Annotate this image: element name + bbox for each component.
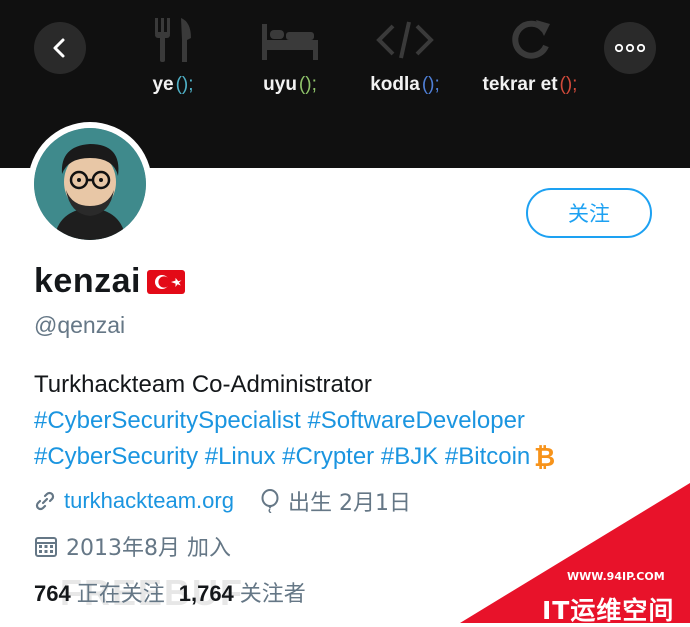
profile-meta-row: turkhackteam.org 出生 2月1日 (34, 485, 411, 517)
banner-item-kodla: kodla (); (345, 16, 465, 96)
display-name: kenzai (34, 262, 141, 300)
hashtag-link[interactable]: #Crypter (282, 439, 374, 475)
turkey-flag-icon (146, 269, 185, 294)
bio-hashtags-line-2: #CyberSecurity #Linux #Crypter #BJK #Bit… (34, 439, 664, 475)
code-icon (376, 21, 434, 59)
back-button[interactable] (34, 22, 86, 74)
banner-label: kodla (); (370, 74, 440, 95)
hashtag-link[interactable]: #Linux (205, 439, 276, 475)
banner-item-ye: ye (); (113, 16, 233, 96)
joined-date: 2013年8月 加入 (66, 536, 231, 561)
hashtag-link[interactable]: #CyberSecuritySpecialist (34, 407, 301, 434)
followers-count: 1,764 (178, 581, 234, 606)
svg-text:₿: ₿ (534, 443, 555, 471)
following-stat[interactable]: 764 正在关注 (34, 576, 165, 608)
following-count: 764 (34, 581, 71, 606)
more-dots-icon (615, 44, 645, 52)
hashtag-link[interactable]: #Bitcoin (445, 439, 530, 475)
following-label: 正在关注 (76, 582, 165, 607)
followers-label: 关注者 (239, 582, 306, 607)
bio-text: Turkhackteam Co-Administrator (34, 371, 372, 398)
banner-label: ye (); (152, 74, 194, 95)
profile-name-row: kenzai (34, 262, 185, 301)
refresh-icon (512, 20, 550, 59)
follow-button-label: 关注 (568, 202, 610, 226)
corner-url: WWW.94IP.COM (567, 570, 665, 583)
hashtag-link[interactable]: #CyberSecurity (34, 439, 198, 475)
bitcoin-icon: ₿ (534, 443, 555, 471)
bio-hashtags-line-1: #CyberSecuritySpecialist #SoftwareDevelo… (34, 403, 664, 439)
fork-knife-icon (155, 18, 191, 62)
profile-bio: Turkhackteam Co-Administrator #CyberSecu… (34, 367, 664, 475)
avatar-image (34, 128, 146, 240)
hashtag-link[interactable]: #BJK (381, 439, 438, 475)
calendar-icon (34, 534, 58, 558)
banner-item-tekrar-et: tekrar et (); (470, 16, 590, 96)
followers-stat[interactable]: 1,764 关注者 (179, 576, 306, 608)
birthday-text: 出生 2月1日 (287, 491, 411, 516)
avatar[interactable] (28, 122, 152, 246)
follow-stats: 764 正在关注 1,764 关注者 (34, 576, 306, 608)
back-arrow-icon (53, 38, 65, 58)
banner-label: uyu (); (263, 74, 317, 95)
bed-icon (262, 24, 318, 60)
banner-item-uyu: uyu (); (230, 16, 350, 96)
corner-title: IT运维空间 (542, 596, 675, 625)
banner-label: tekrar et (); (482, 74, 578, 95)
joined-row: 2013年8月 加入 (34, 530, 231, 562)
follow-button[interactable]: 关注 (526, 188, 652, 238)
link-icon (34, 490, 56, 512)
more-button[interactable] (604, 22, 656, 74)
hashtag-link[interactable]: #SoftwareDeveloper (307, 407, 524, 434)
balloon-icon (260, 489, 280, 513)
user-handle: @qenzai (34, 312, 126, 338)
website-link[interactable]: turkhackteam.org (64, 488, 234, 514)
